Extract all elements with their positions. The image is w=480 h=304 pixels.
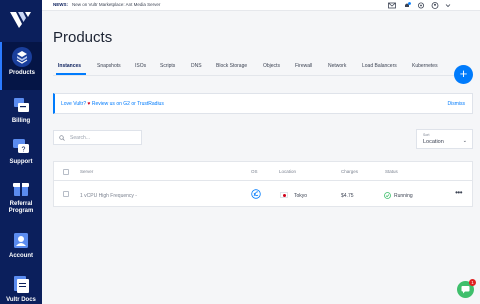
sidebar-item-account[interactable]: Account (0, 225, 42, 273)
sidebar-item-label: Referral Program (8, 201, 34, 214)
mail-icon[interactable] (388, 2, 396, 9)
product-tabs: Instances Snapshots ISOs Scripts DNS Blo… (53, 58, 473, 76)
user-icon[interactable] (431, 2, 439, 9)
active-tab-indicator (56, 73, 86, 75)
sort-caption: Sort (423, 133, 430, 137)
heart-icon: ♥ (87, 101, 91, 107)
tab-snapshots[interactable]: Snapshots (97, 63, 121, 69)
top-bar: NEWS: New on Vultr Marketplace: Ant Medi… (42, 0, 480, 11)
tab-dns[interactable]: DNS (191, 63, 202, 69)
tab-scripts[interactable]: Scripts (160, 63, 175, 69)
tab-instances[interactable]: Instances (58, 63, 81, 69)
table-header: Server OS Location Charges Status (54, 162, 472, 181)
sidebar-item-support[interactable]: ? Support (0, 131, 42, 179)
os-icon (251, 189, 261, 199)
cube-stack-icon (12, 47, 32, 67)
sidebar-item-label: Vultr Docs (6, 297, 36, 303)
review-banner: Love Vultr? ♥ Review us on G2 or TrustRa… (53, 93, 473, 114)
news-tag: NEWS: (53, 2, 68, 7)
deploy-button[interactable]: + (454, 65, 473, 84)
column-header-status[interactable]: Status (385, 169, 398, 174)
search-icon (59, 135, 65, 141)
sidebar-item-referral-program[interactable]: Referral Program (0, 173, 42, 221)
tab-block-storage[interactable]: Block Storage (216, 63, 247, 69)
chat-badge: 1 (469, 279, 476, 286)
sidebar-item-products[interactable]: Products (0, 42, 42, 90)
billing-icon (14, 98, 29, 112)
svg-text:?: ? (22, 147, 26, 154)
tab-kubernetes[interactable]: Kubernetes (412, 63, 438, 69)
search-placeholder: Search... (70, 135, 91, 141)
select-all-checkbox[interactable] (63, 169, 69, 175)
search-input[interactable]: Search... (53, 130, 142, 145)
column-header-location[interactable]: Location (279, 169, 296, 174)
chat-icon (461, 286, 470, 294)
server-name[interactable]: 1 vCPU High Frequency - (80, 193, 137, 199)
status-value: Running (394, 193, 413, 199)
docs-icon (14, 276, 29, 293)
news-link[interactable]: New on Vultr Marketplace: Ant Media Serv… (72, 2, 160, 7)
chevron-down-icon: ⌄ (462, 138, 467, 144)
tab-network[interactable]: Network (328, 63, 346, 69)
sort-value: Location (423, 139, 444, 145)
sidebar-item-label: Account (9, 253, 33, 259)
dismiss-button[interactable]: Dismiss (448, 101, 466, 107)
sidebar-item-label: Billing (11, 118, 31, 124)
tab-isos[interactable]: ISOs (135, 63, 146, 69)
tab-load-balancers[interactable]: Load Balancers (362, 63, 397, 69)
charges-value: $4.75 (341, 193, 354, 199)
chat-button[interactable]: 1 (457, 279, 476, 298)
running-status-icon (384, 192, 391, 199)
sidebar: Products Billing ? Support Referral Prog… (0, 0, 42, 304)
location-value: Tokyo (294, 193, 308, 199)
sidebar-item-label: Products (8, 70, 35, 76)
bell-icon[interactable] (403, 2, 411, 9)
column-header-charges[interactable]: Charges (341, 169, 358, 174)
settings-icon[interactable] (417, 2, 425, 9)
tab-firewall[interactable]: Firewall (295, 63, 312, 69)
banner-text-end: Review us on G2 or TrustRadius (91, 101, 164, 107)
banner-text-start: Love Vultr? (61, 101, 87, 107)
tab-objects[interactable]: Objects (263, 63, 280, 69)
referral-gift-icon (13, 183, 29, 196)
account-icon (14, 233, 28, 248)
support-icon: ? (13, 139, 29, 154)
table-row[interactable]: 1 vCPU High Frequency - Tokyo $4.75 Runn… (54, 181, 472, 208)
row-checkbox[interactable] (63, 191, 69, 197)
column-header-os[interactable]: OS (251, 169, 258, 174)
column-header-server[interactable]: Server (80, 169, 93, 174)
page-title: Products (53, 29, 113, 46)
chevron-down-icon[interactable] (444, 2, 452, 9)
vultr-logo[interactable] (8, 9, 34, 29)
japan-flag-icon (280, 192, 288, 198)
sidebar-item-label: Support (9, 159, 33, 165)
review-banner-text[interactable]: Love Vultr? ♥ Review us on G2 or TrustRa… (61, 101, 164, 107)
sort-select[interactable]: Sort Location ⌄ (416, 129, 473, 149)
more-options-icon[interactable]: ••• (455, 188, 462, 197)
instances-table: Server OS Location Charges Status 1 vCPU… (53, 161, 473, 207)
sidebar-item-vultr-docs[interactable]: Vultr Docs (0, 269, 42, 304)
